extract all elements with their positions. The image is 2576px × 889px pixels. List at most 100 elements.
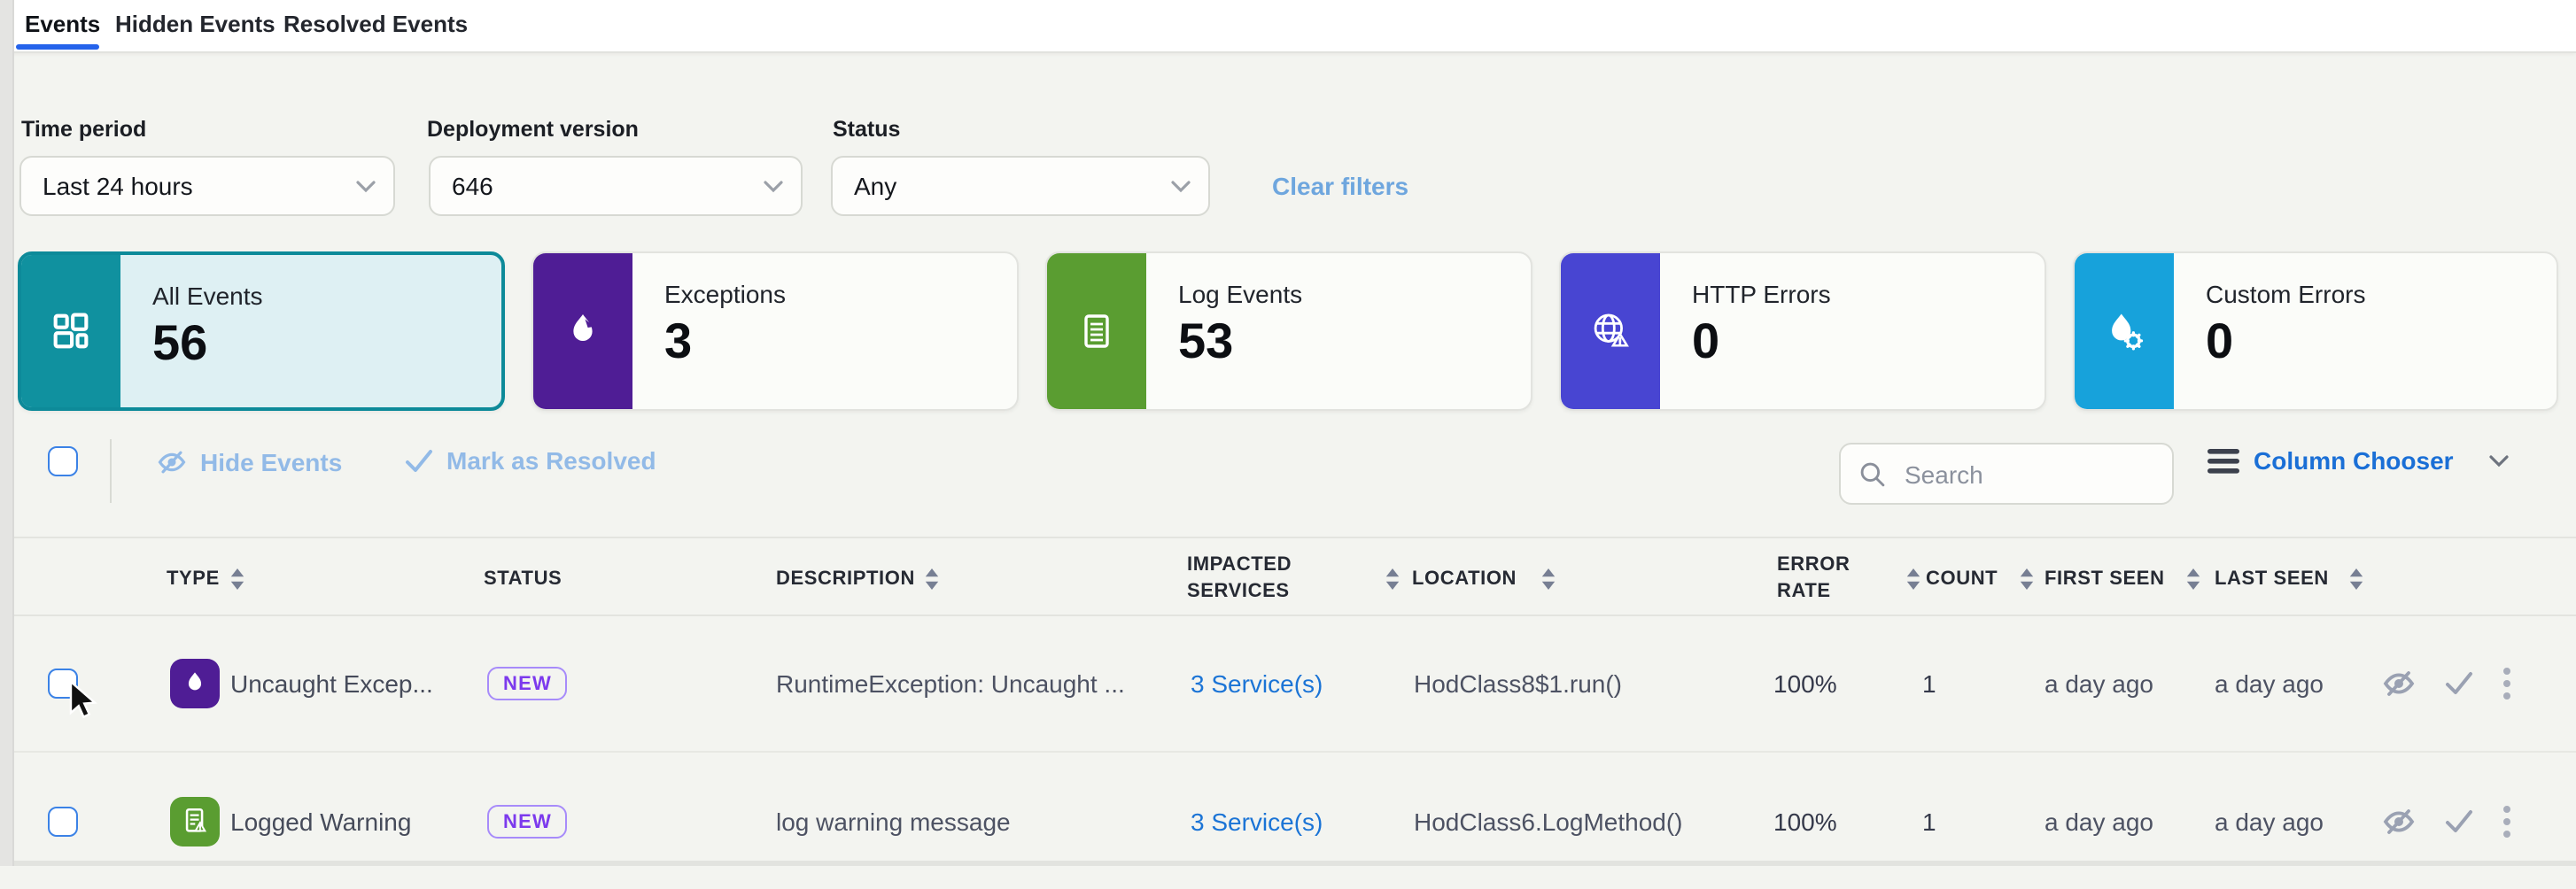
stat-card-count: 0 <box>1692 313 1831 370</box>
tab-hidden-events[interactable]: Hidden Events <box>115 0 275 50</box>
stat-card-count: 0 <box>2206 313 2365 370</box>
flame-icon <box>533 253 632 409</box>
last-seen-value: a day ago <box>2215 807 2324 835</box>
sort-icon[interactable] <box>1385 568 1400 589</box>
stat-card-label: Exceptions <box>664 280 786 308</box>
impacted-services-link[interactable]: 3 Service(s) <box>1191 807 1323 835</box>
column-header-location[interactable]: LOCATION <box>1412 538 1556 618</box>
hide-events-button[interactable]: Hide Events <box>156 446 342 478</box>
select-all-checkbox[interactable] <box>48 446 78 476</box>
event-description: log warning message <box>776 807 1011 835</box>
column-header-type[interactable]: TYPE <box>167 538 244 618</box>
column-header-description[interactable]: DESCRIPTION <box>776 538 940 618</box>
chevron-down-icon <box>356 180 376 192</box>
column-header-error-rate[interactable]: ERROR RATE <box>1777 538 1920 618</box>
column-header-label: COUNT <box>1926 568 1998 589</box>
stat-card-label: Custom Errors <box>2206 280 2365 308</box>
event-type: Uncaught Excep... <box>230 669 433 698</box>
column-header-label: LOCATION <box>1412 568 1517 589</box>
stat-card-count: 56 <box>152 315 263 372</box>
column-header-label: FIRST SEEN <box>2045 568 2165 589</box>
tab-hidden-events-label: Hidden Events <box>115 11 275 37</box>
event-type: Logged Warning <box>230 807 411 835</box>
sort-icon[interactable] <box>926 568 940 589</box>
deployment-version-select[interactable]: 646 <box>429 156 803 216</box>
resolve-event-action[interactable] <box>2443 670 2475 697</box>
toolbar-divider <box>110 439 112 503</box>
stat-card-all-events[interactable]: All Events 56 <box>18 251 505 411</box>
column-header-status: STATUS <box>484 538 562 618</box>
time-period-value: Last 24 hours <box>43 172 193 200</box>
check-icon <box>2443 670 2475 697</box>
column-chooser-label: Column Chooser <box>2254 446 2454 475</box>
stat-card-label: Log Events <box>1178 280 1302 308</box>
impacted-services-link[interactable]: 3 Service(s) <box>1191 669 1323 698</box>
sort-icon[interactable] <box>230 568 244 589</box>
resolve-event-action[interactable] <box>2443 808 2475 834</box>
table-row[interactable]: Logged Warning NEW log warning message 3… <box>0 753 2576 889</box>
column-header-label: ERROR RATE <box>1777 553 1848 603</box>
tab-resolved-events-label: Resolved Events <box>283 11 468 37</box>
mark-as-resolved-button[interactable]: Mark as Resolved <box>404 446 656 475</box>
event-location: HodClass6.LogMethod() <box>1414 807 1683 835</box>
row-checkbox[interactable] <box>48 669 78 699</box>
stat-card-count: 53 <box>1178 313 1302 370</box>
log-warning-icon <box>170 796 220 846</box>
count-value: 1 <box>1922 669 1936 698</box>
table-row[interactable]: Uncaught Excep... NEW RuntimeException: … <box>0 616 2576 753</box>
stat-card-label: HTTP Errors <box>1692 280 1831 308</box>
stat-card-http-errors[interactable]: HTTP Errors 0 <box>1559 251 2046 411</box>
stat-card-exceptions[interactable]: Exceptions 3 <box>531 251 1019 411</box>
row-menu-action[interactable] <box>2502 803 2512 839</box>
search-input[interactable] <box>1901 458 2138 490</box>
column-header-label: TYPE <box>167 568 220 589</box>
hide-event-action[interactable] <box>2381 666 2417 701</box>
tab-resolved-events[interactable]: Resolved Events <box>283 0 468 50</box>
stat-card-log-events[interactable]: Log Events 53 <box>1045 251 1532 411</box>
status-select[interactable]: Any <box>831 156 1210 216</box>
first-seen-value: a day ago <box>2045 669 2153 698</box>
sort-icon[interactable] <box>2019 568 2033 589</box>
stat-card-custom-errors[interactable]: Custom Errors 0 <box>2073 251 2558 411</box>
column-header-impacted-services[interactable]: IMPACTED SERVICES <box>1187 538 1407 618</box>
row-checkbox[interactable] <box>48 806 78 836</box>
events-dashboard: Events Hidden Events Resolved Events Tim… <box>0 0 2576 866</box>
column-chooser-button[interactable]: Column Chooser <box>2207 446 2509 475</box>
time-period-select[interactable]: Last 24 hours <box>19 156 395 216</box>
status-filter-label: Status <box>833 117 900 142</box>
sort-icon[interactable] <box>1906 568 1920 589</box>
check-icon <box>2443 808 2475 834</box>
stat-card-label: All Events <box>152 282 263 310</box>
kebab-menu-icon <box>2502 803 2512 839</box>
event-location: HodClass8$1.run() <box>1414 669 1622 698</box>
column-header-label: STATUS <box>484 568 562 589</box>
deployment-version-label: Deployment version <box>427 117 639 142</box>
grid-icon <box>21 255 120 407</box>
eye-slash-icon <box>156 446 188 478</box>
hide-event-action[interactable] <box>2381 803 2417 839</box>
sort-icon[interactable] <box>2186 568 2200 589</box>
last-seen-value: a day ago <box>2215 669 2324 698</box>
sort-icon[interactable] <box>2350 568 2364 589</box>
event-description: RuntimeException: Uncaught ... <box>776 669 1125 698</box>
tab-events[interactable]: Events <box>25 0 100 50</box>
chevron-down-icon <box>1171 180 1191 192</box>
deployment-version-value: 646 <box>452 172 493 200</box>
search-icon <box>1858 460 1887 488</box>
column-header-label: LAST SEEN <box>2215 568 2329 589</box>
sort-icon[interactable] <box>1541 568 1556 589</box>
column-header-last-seen[interactable]: LAST SEEN <box>2215 538 2364 618</box>
row-menu-action[interactable] <box>2502 666 2512 701</box>
stat-card-count: 3 <box>664 313 786 370</box>
hamburger-icon <box>2207 447 2239 474</box>
status-badge: NEW <box>487 667 568 700</box>
window-bottom-edge <box>0 861 2576 866</box>
table-header: TYPE STATUS DESCRIPTION IMPACTED SERVICE… <box>0 537 2576 616</box>
eye-slash-icon <box>2381 803 2417 839</box>
flame-gear-icon <box>2075 253 2174 409</box>
globe-warning-icon <box>1561 253 1660 409</box>
column-header-first-seen[interactable]: FIRST SEEN <box>2045 538 2200 618</box>
error-rate-value: 100% <box>1773 669 1837 698</box>
clear-filters-link[interactable]: Clear filters <box>1272 172 1408 200</box>
column-header-count[interactable]: COUNT <box>1926 538 2033 618</box>
